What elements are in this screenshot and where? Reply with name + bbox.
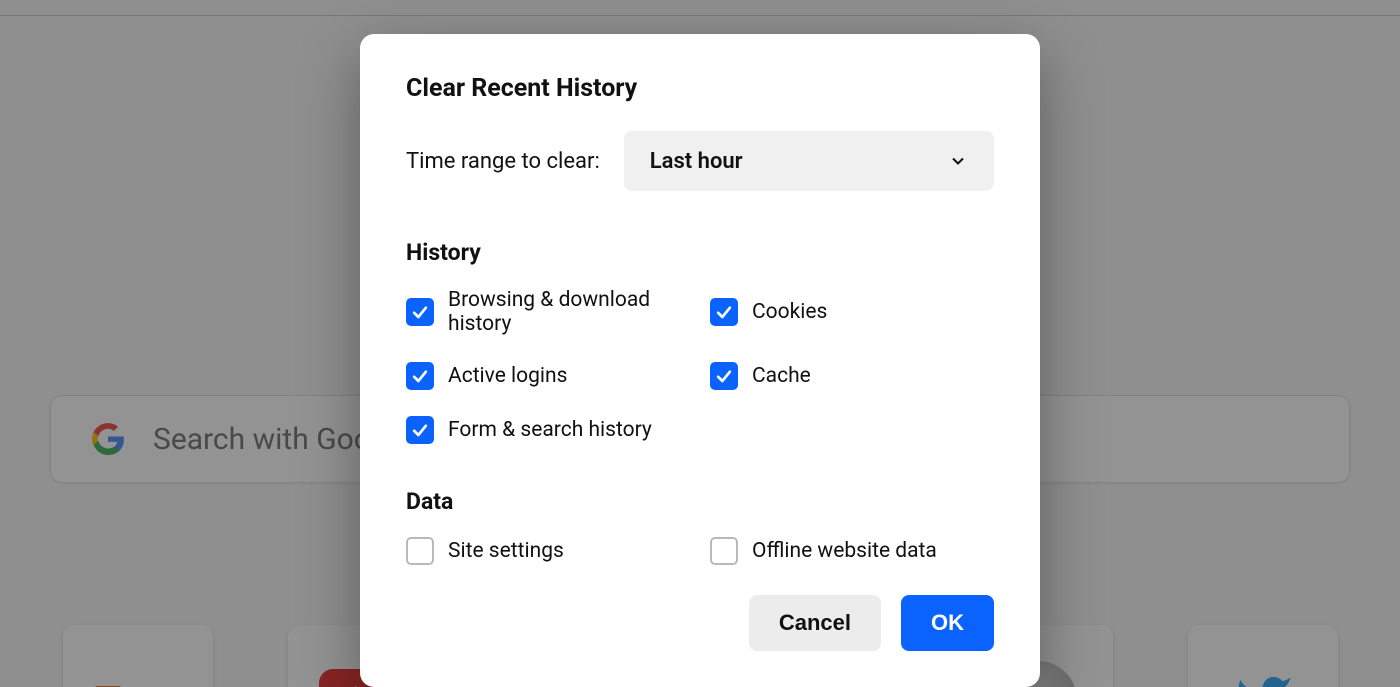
time-range-row: Time range to clear: Last hour (406, 131, 994, 191)
checkbox-label: Offline website data (752, 539, 937, 563)
checkmark-icon (406, 416, 434, 444)
checkmark-icon (406, 362, 434, 390)
checkbox-label: Cookies (752, 300, 827, 324)
checkbox-label: Site settings (448, 539, 564, 563)
checkbox-cache[interactable]: Cache (710, 362, 994, 390)
checkbox-site-settings[interactable]: Site settings (406, 537, 690, 565)
chevron-down-icon (948, 151, 968, 171)
checkbox-label: Active logins (448, 364, 567, 388)
checkbox-label: Cache (752, 364, 811, 388)
checkbox-empty-icon (710, 537, 738, 565)
time-range-label: Time range to clear: (406, 149, 600, 174)
checkbox-form-search-history[interactable]: Form & search history (406, 416, 690, 444)
checkbox-active-logins[interactable]: Active logins (406, 362, 690, 390)
history-section-heading: History (406, 239, 994, 266)
time-range-select[interactable]: Last hour (624, 131, 994, 191)
ok-button[interactable]: OK (901, 595, 994, 651)
checkbox-cookies[interactable]: Cookies (710, 288, 994, 336)
checkbox-browsing-download-history[interactable]: Browsing & download history (406, 288, 690, 336)
checkbox-label: Form & search history (448, 418, 652, 442)
checkmark-icon (710, 362, 738, 390)
clear-history-dialog: Clear Recent History Time range to clear… (360, 34, 1040, 687)
dialog-title: Clear Recent History (406, 74, 994, 103)
checkbox-offline-website-data[interactable]: Offline website data (710, 537, 994, 565)
data-checkbox-grid: Site settings Offline website data (406, 537, 994, 565)
checkbox-empty-icon (406, 537, 434, 565)
checkbox-label: Browsing & download history (448, 288, 690, 336)
checkmark-icon (710, 298, 738, 326)
data-section-heading: Data (406, 488, 994, 515)
dialog-button-row: Cancel OK (406, 595, 994, 651)
cancel-button[interactable]: Cancel (749, 595, 881, 651)
time-range-value: Last hour (650, 149, 743, 174)
history-checkbox-grid: Browsing & download history Cookies Acti… (406, 288, 994, 444)
checkmark-icon (406, 298, 434, 326)
